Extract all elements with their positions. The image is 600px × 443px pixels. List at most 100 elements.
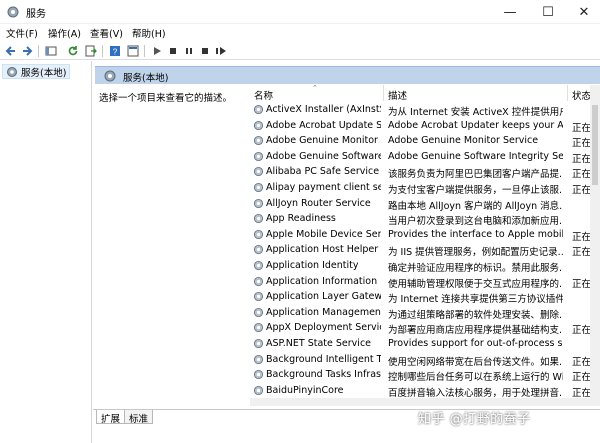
service-row[interactable]: Application Information 使用辅助管理权限便于交互式应用程序… bbox=[250, 274, 600, 290]
service-description: 使用辅助管理权限便于交互式应用程序的... bbox=[388, 278, 563, 290]
service-description: Provides support for out-of-process se..… bbox=[388, 338, 563, 349]
service-name: Background Intelligent Transfer Service bbox=[266, 353, 381, 365]
service-row[interactable]: Application Layer Gateway Service 为 Inter… bbox=[250, 289, 600, 305]
column-divider[interactable] bbox=[383, 85, 384, 101]
gear-icon bbox=[253, 151, 264, 161]
service-description: 为 IIS 提供管理服务，例如配置历史记录... bbox=[388, 247, 563, 259]
column-divider[interactable] bbox=[567, 85, 568, 101]
menu-bar: 文件(F) 操作(A) 查看(V) 帮助(H) bbox=[0, 24, 600, 42]
menu-action[interactable]: 操作(A) bbox=[48, 26, 81, 40]
gear-icon bbox=[253, 260, 264, 271]
gear-icon bbox=[253, 229, 264, 239]
service-name: AllJoyn Router Service bbox=[266, 197, 371, 209]
services-app-icon bbox=[7, 6, 19, 18]
service-row[interactable]: ActiveX Installer (AxInstSV) 为从 Internet … bbox=[250, 102, 600, 118]
gear-icon bbox=[253, 385, 264, 395]
description-pane: 选择一个项目来查看它的描述。 bbox=[99, 93, 233, 104]
restart-service-icon[interactable] bbox=[214, 44, 228, 58]
tree-item-services-local[interactable]: 服务(本地) bbox=[2, 64, 71, 79]
service-description: 控制哪些后台任务可以在系统上运行的 Wi... bbox=[388, 372, 563, 384]
tab-standard[interactable]: 标准 bbox=[124, 410, 154, 425]
service-row[interactable]: App Readiness 当用户初次登录到这台电脑和添加新应用... bbox=[250, 211, 600, 227]
stop-service-icon[interactable] bbox=[166, 44, 180, 58]
gear-icon bbox=[253, 214, 264, 224]
service-name: Background Tasks Infrastructure Service bbox=[266, 369, 381, 381]
gear-icon bbox=[253, 323, 264, 333]
help-icon[interactable]: ? bbox=[108, 44, 122, 58]
minimize-button[interactable]: — bbox=[492, 0, 528, 24]
toolbar: ? bbox=[0, 42, 600, 60]
service-row[interactable]: Alipay payment client security service 为支… bbox=[250, 180, 600, 196]
gear-icon bbox=[253, 245, 264, 255]
service-name: BaiduPinyinCore bbox=[266, 384, 344, 396]
menu-view[interactable]: 查看(V) bbox=[90, 26, 123, 40]
horizontal-scrollbar[interactable] bbox=[250, 398, 590, 406]
service-description: Provides the interface to Apple mobile..… bbox=[388, 228, 563, 240]
service-row[interactable]: Application Host Helper Service 为 IIS 提供管… bbox=[250, 242, 600, 258]
column-header-name[interactable]: 名称 bbox=[254, 88, 273, 102]
service-row[interactable]: AllJoyn Router Service 路由本地 AllJoyn 客户端的 … bbox=[250, 196, 600, 212]
column-header-status[interactable]: 状态 bbox=[572, 88, 591, 102]
menu-help[interactable]: 帮助(H) bbox=[132, 26, 166, 40]
gear-icon bbox=[253, 104, 264, 115]
column-header-description[interactable]: 描述 bbox=[388, 88, 407, 102]
close-button[interactable]: ✕ bbox=[566, 0, 600, 24]
pause-service-icon[interactable] bbox=[182, 44, 196, 58]
service-description: 为 Internet 连接共享提供第三方协议插件... bbox=[388, 294, 563, 306]
service-row[interactable]: Application Identity 确定并验证应用程序的标识。禁用此服务..… bbox=[250, 258, 600, 274]
export-list-icon[interactable] bbox=[84, 44, 98, 58]
service-name: AppX Deployment Service (AppXSVC) bbox=[266, 322, 381, 334]
vertical-scrollbar[interactable] bbox=[590, 85, 600, 406]
tree-item-label: 服务(本地) bbox=[21, 67, 67, 79]
service-description: Adobe Genuine Monitor Service bbox=[388, 135, 539, 147]
service-description: 确定并验证应用程序的标识。禁用此服务... bbox=[388, 263, 563, 274]
gear-icon bbox=[104, 70, 116, 82]
service-row[interactable]: AppX Deployment Service (AppXSVC) 为部署应用商店… bbox=[250, 320, 600, 336]
service-description: 百度拼音输入法核心服务，用于处理拼音... bbox=[388, 387, 563, 398]
show-console-tree-icon[interactable] bbox=[44, 44, 58, 58]
service-name: Alibaba PC Safe Service bbox=[266, 166, 380, 178]
service-row[interactable]: Background Tasks Infrastructure Service 控… bbox=[250, 367, 600, 383]
service-row[interactable]: Apple Mobile Device Service Provides the … bbox=[250, 227, 600, 243]
service-description: Adobe Genuine Software Integrity Serv... bbox=[388, 150, 563, 162]
stop-service-icon[interactable] bbox=[198, 44, 212, 58]
service-row[interactable]: Adobe Genuine Software Integrity Service… bbox=[250, 149, 600, 165]
services-pane: 服务(本地) 选择一个项目来查看它的描述。 ⌃ 名称 描述 状态 ActiveX… bbox=[93, 61, 600, 443]
toolbar-separator bbox=[38, 45, 39, 57]
forward-arrow-icon[interactable] bbox=[20, 44, 34, 58]
title-bar: 服务 — ☐ ✕ bbox=[0, 0, 600, 24]
service-row[interactable]: Background Intelligent Transfer Service 使… bbox=[250, 352, 600, 368]
service-name: ASP.NET State Service bbox=[266, 338, 372, 349]
maximize-button[interactable]: ☐ bbox=[530, 0, 566, 24]
gear-icon bbox=[253, 167, 264, 177]
service-row[interactable]: Adobe Acrobat Update Service Adobe Acroba… bbox=[250, 118, 600, 134]
service-description: 使用空闲网络带宽在后台传送文件。如果... bbox=[388, 356, 563, 368]
refresh-icon[interactable] bbox=[66, 44, 80, 58]
service-row[interactable]: BaiduPinyinCore 百度拼音输入法核心服务，用于处理拼音... 正在 bbox=[250, 383, 600, 398]
properties-icon[interactable] bbox=[126, 44, 140, 58]
service-description: 为部署应用商店应用程序提供基础结构支... bbox=[388, 325, 563, 337]
service-name: Application Layer Gateway Service bbox=[266, 291, 381, 303]
gear-icon bbox=[253, 292, 264, 302]
service-row[interactable]: ASP.NET State Service Provides support fo… bbox=[250, 336, 600, 352]
pane-header-title: 服务(本地) bbox=[123, 73, 169, 84]
back-arrow-icon[interactable] bbox=[4, 44, 18, 58]
list-header: ⌃ 名称 描述 状态 bbox=[250, 84, 600, 102]
pane-header: 服务(本地) bbox=[95, 66, 600, 84]
service-name: App Readiness bbox=[266, 213, 336, 225]
svg-text:?: ? bbox=[113, 48, 118, 57]
gear-icon bbox=[253, 307, 264, 317]
scrollbar-thumb[interactable] bbox=[592, 105, 598, 185]
gear-icon bbox=[253, 338, 264, 349]
service-description: 当用户初次登录到这台电脑和添加新应用... bbox=[388, 216, 563, 228]
service-row[interactable]: Alibaba PC Safe Service 该服务负责为阿里巴巴集团客户端产品… bbox=[250, 164, 600, 180]
service-row[interactable]: Adobe Genuine Monitor Service Adobe Genui… bbox=[250, 133, 600, 149]
start-service-icon[interactable] bbox=[150, 44, 164, 58]
service-name: Application Information bbox=[266, 275, 378, 287]
service-name: Application Identity bbox=[266, 260, 359, 271]
service-row[interactable]: Application Management 为通过组策略部署的软件处理安装、删除… bbox=[250, 305, 600, 321]
tab-extended[interactable]: 扩展 bbox=[96, 410, 126, 425]
toolbar-separator bbox=[102, 45, 103, 57]
service-name: Adobe Acrobat Update Service bbox=[266, 119, 381, 131]
menu-file[interactable]: 文件(F) bbox=[6, 26, 38, 40]
